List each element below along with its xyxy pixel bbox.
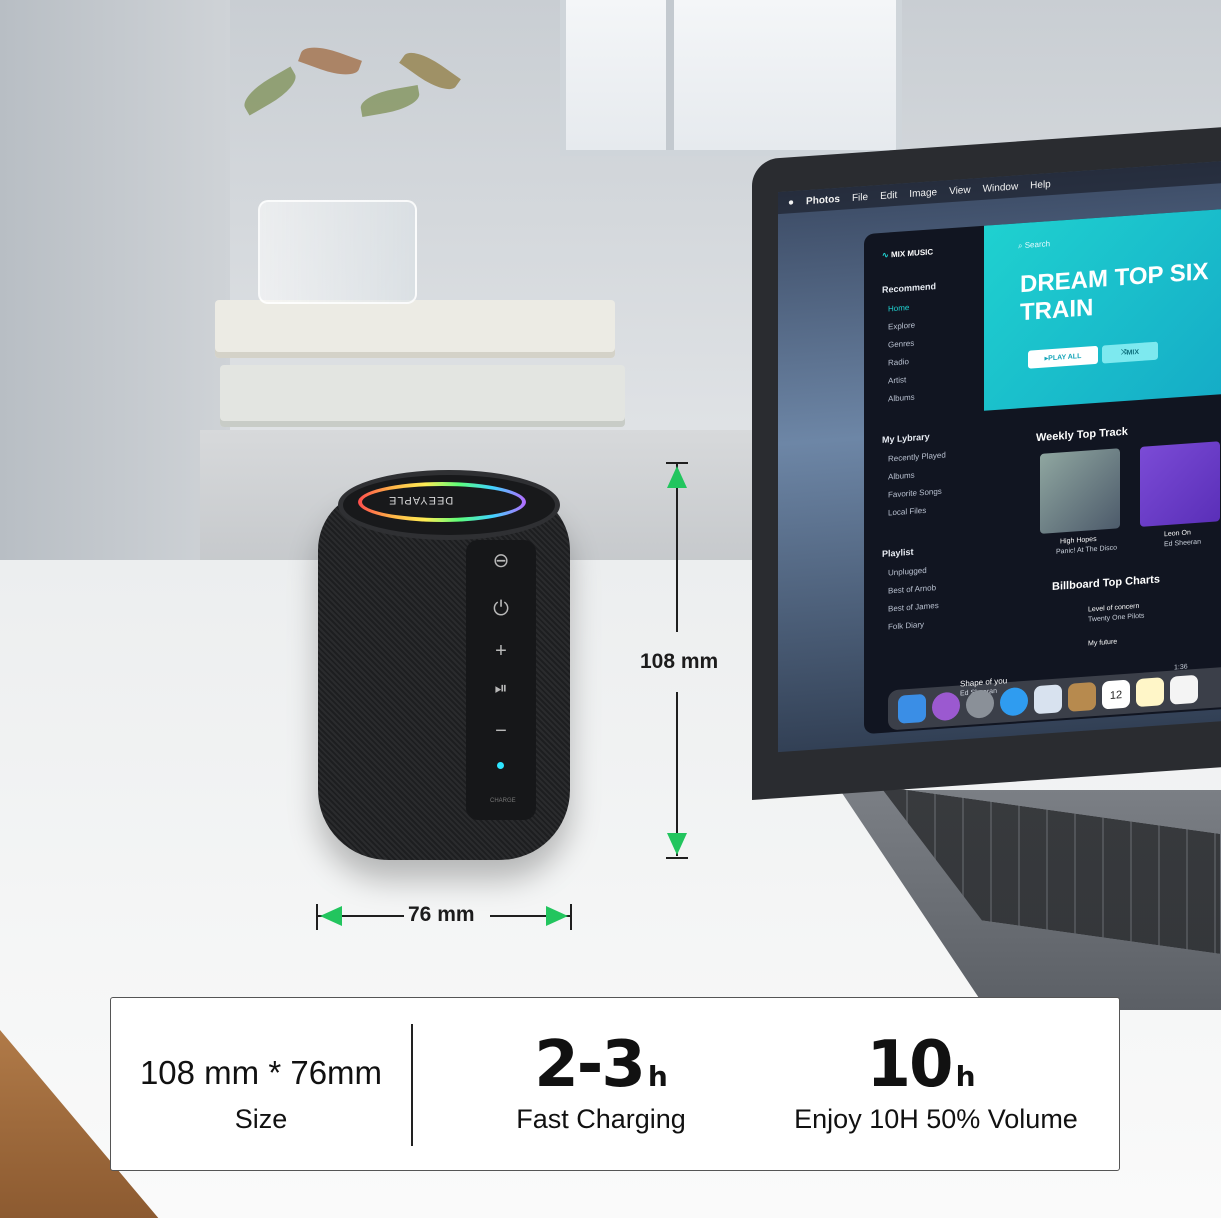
size-value: 108 mm * 76mm — [139, 1054, 383, 1091]
brand-logo: DEEYAPLE — [388, 494, 454, 506]
nav-genres: Genres — [888, 338, 915, 350]
divider — [411, 1024, 413, 1146]
book — [215, 300, 615, 358]
safari-icon — [1000, 686, 1028, 717]
app-logo: ∿ MIX MUSIC — [882, 247, 934, 260]
hero-banner: ⌕ Search DREAM TOP SIX TRAIN ▸ PLAY ALL … — [984, 206, 1221, 411]
power-icon: ⏻ — [493, 598, 509, 620]
album-cover — [1040, 448, 1120, 534]
chart-title: My future — [1088, 638, 1118, 648]
track-artist: Panic! At The Disco — [1056, 544, 1117, 556]
library-favorites: Favorite Songs — [888, 486, 942, 500]
play-pause-icon: ⏯ — [494, 680, 508, 697]
playtime-unit: h — [955, 1060, 976, 1093]
wall — [0, 0, 230, 630]
size-spec: 108 mm * 76mm Size — [111, 998, 411, 1172]
charging-value: 2-3 — [534, 1028, 646, 1102]
track-artist: Ed Sheeran — [1164, 538, 1201, 549]
charge-port-label: CHARGE — [490, 798, 516, 804]
volume-down-icon: − — [495, 720, 507, 742]
plant-leaf — [238, 66, 302, 116]
calendar-icon: 12 — [1102, 679, 1130, 710]
nav-radio: Radio — [888, 357, 909, 368]
siri-icon — [932, 691, 960, 722]
reminders-icon — [1170, 674, 1198, 705]
playtime-value: 10 — [866, 1028, 954, 1102]
menu-item-file: File — [851, 191, 869, 204]
playlist-james: Best of James — [888, 600, 939, 614]
nav-artist: Artist — [888, 375, 907, 386]
play-all-button: ▸ PLAY ALL — [1028, 345, 1098, 369]
music-app: ∿ MIX MUSIC Recommend Home Explore Genre… — [864, 206, 1221, 735]
hero-title: DREAM TOP SIX TRAIN — [1020, 258, 1209, 327]
playtime-value-row: 10 h — [771, 1028, 1071, 1102]
speaker: DEEYAPLE ⊖ ⏻ + ⏯ − CHARGE — [318, 470, 570, 860]
specs-panel: 108 mm * 76mm Size 2-3 h Fast Charging 10… — [110, 997, 1120, 1171]
mix-button: ⤨ MIX — [1102, 341, 1158, 364]
laptop-display: ● Photos File Edit Image View Window Hel… — [778, 159, 1221, 753]
charging-spec: 2-3 h Fast Charging — [451, 998, 751, 1172]
app-sidebar: ∿ MIX MUSIC Recommend Home Explore Genre… — [864, 226, 982, 734]
book — [220, 365, 625, 427]
track-title: High Hopes — [1060, 535, 1097, 546]
playlist-arnob: Best of Arnob — [888, 583, 937, 596]
menu-item-edit: Edit — [880, 189, 898, 202]
nav-albums: Albums — [888, 392, 915, 404]
billboard-heading: Billboard Top Charts — [1052, 573, 1160, 594]
library-recent: Recently Played — [888, 450, 946, 464]
nav-explore: Explore — [888, 320, 916, 332]
menu-item-help: Help — [1030, 178, 1051, 192]
search-field: ⌕ Search — [1018, 239, 1051, 251]
glass-vase — [258, 200, 417, 304]
recommend-heading: Recommend — [882, 281, 937, 295]
album-cover — [1140, 441, 1220, 527]
status-led — [497, 762, 504, 769]
chart-title: Level of concern — [1088, 602, 1140, 614]
plant-leaf — [298, 40, 362, 82]
launchpad-icon — [966, 689, 994, 720]
library-heading: My Lybrary — [882, 431, 930, 445]
width-label: 76 mm — [408, 903, 475, 926]
menu-item-view: View — [949, 184, 971, 197]
size-label: Size — [234, 1104, 288, 1134]
strap-loop-icon: ⊖ — [492, 550, 510, 572]
playlist-heading: Playlist — [882, 546, 914, 559]
window — [560, 0, 902, 156]
height-label: 108 mm — [640, 650, 719, 673]
charging-value-row: 2-3 h — [451, 1028, 751, 1102]
track-title: Leon On — [1164, 529, 1191, 539]
notes-icon — [1136, 677, 1164, 708]
menu-item-window: Window — [982, 180, 1019, 195]
charging-unit: h — [647, 1060, 668, 1093]
volume-up-icon: + — [495, 640, 507, 662]
mail-icon — [1034, 684, 1062, 715]
laptop-screen: ● Photos File Edit Image View Window Hel… — [752, 123, 1221, 800]
plant-leaf — [358, 84, 422, 118]
playlist-folk: Folk Diary — [888, 619, 925, 632]
menu-item-image: Image — [909, 186, 938, 200]
playtime-label: Enjoy 10H 50% Volume — [794, 1104, 1078, 1134]
library-local: Local Files — [888, 505, 927, 518]
apple-icon: ● — [788, 196, 795, 208]
contacts-icon — [1068, 681, 1096, 712]
weekly-heading: Weekly Top Track — [1036, 425, 1128, 445]
playlist-unplugged: Unplugged — [888, 565, 927, 578]
nav-home: Home — [888, 302, 910, 314]
menu-item-photos: Photos — [806, 193, 840, 207]
chart-artist: Twenty One Pilots — [1088, 612, 1145, 624]
finder-icon — [898, 693, 926, 724]
playtime-spec: 10 h Enjoy 10H 50% Volume — [771, 998, 1111, 1172]
library-albums: Albums — [888, 470, 915, 482]
control-panel: ⊖ ⏻ + ⏯ − CHARGE — [466, 540, 536, 820]
charging-label: Fast Charging — [516, 1104, 686, 1134]
product-photo: ● Photos File Edit Image View Window Hel… — [0, 0, 1221, 1218]
menubar: ● Photos File Edit Image View Window Hel… — [778, 159, 1221, 215]
